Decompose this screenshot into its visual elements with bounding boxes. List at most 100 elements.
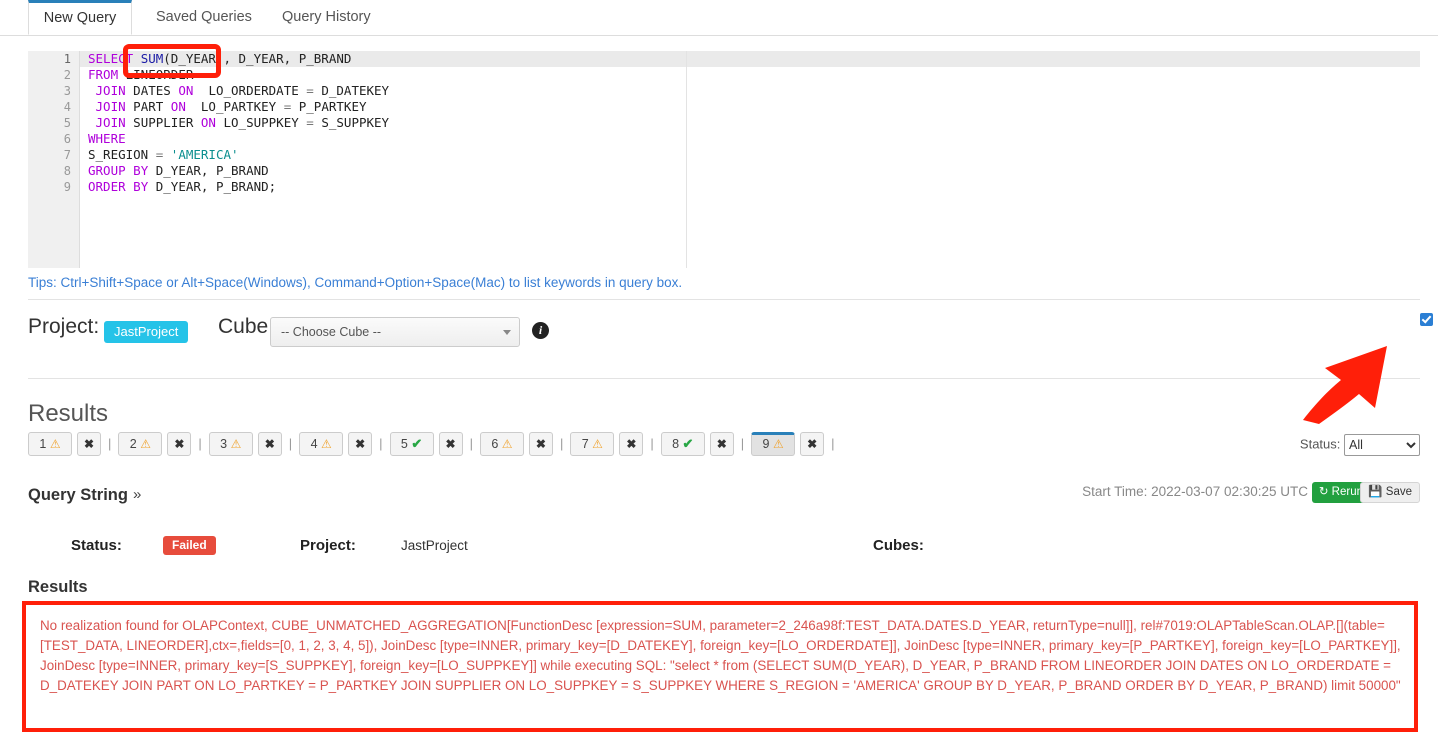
close-icon[interactable]: ✖ (257, 432, 282, 456)
project-label: Project: (28, 315, 100, 338)
code-token: BY (133, 163, 149, 178)
code-token: JOIN (95, 99, 126, 114)
code-line[interactable]: JOIN DATES ON LO_ORDERDATE = D_DATEKEY (80, 83, 1420, 99)
query-string-heading: Query String (28, 486, 128, 504)
code-token: D_YEAR, P_BRAND; (148, 179, 277, 194)
close-icon[interactable]: ✖ (800, 432, 825, 456)
tab-separator: | (740, 436, 745, 451)
editor-tips-text: Tips: Ctrl+Shift+Space or Alt+Space(Wind… (28, 275, 683, 290)
code-line[interactable]: FROM LINEORDER (80, 67, 1420, 83)
line-number: 4 (63, 100, 71, 114)
warning-triangle-icon: ⚠ (592, 437, 603, 451)
close-icon[interactable]: ✖ (167, 432, 192, 456)
top-tabbar: New Query Saved Queries Query History (0, 0, 1438, 36)
code-token: GROUP (88, 163, 126, 178)
line-number: 8 (63, 164, 71, 178)
close-icon[interactable]: ✖ (619, 432, 644, 456)
result-tab-3[interactable]: 3 ⚠ (208, 432, 253, 456)
result-tab-1[interactable]: 1 ⚠ (28, 432, 72, 456)
result-tab-5[interactable]: 5 ✔ (389, 432, 434, 456)
save-button[interactable]: 💾 Save (1360, 482, 1420, 503)
result-tab-6[interactable]: 6 ⚠ (479, 432, 524, 456)
results-subheading: Results (28, 578, 88, 596)
code-token: JOIN (95, 115, 126, 130)
result-tab-9[interactable]: 9 ⚠ (751, 432, 796, 456)
result-tab: 8 ✔ ✖ (660, 432, 734, 456)
warning-triangle-icon: ⚠ (772, 437, 784, 451)
code-token: PART (125, 99, 171, 114)
code-line[interactable]: S_REGION = 'AMERICA' (80, 147, 1420, 163)
tab-new-query[interactable]: New Query (28, 0, 132, 35)
limit-checkbox[interactable] (1420, 313, 1433, 326)
sql-editor[interactable]: 1 2 3 4 5 6 7 8 9 SELECT SUM(D_YEAR), D_YEAR, P_… (28, 51, 1420, 268)
query-info-row: Status: Failed Project: JastProject Cube… (28, 534, 1420, 560)
annotation-arrow-icon (1303, 346, 1387, 424)
code-line[interactable]: JOIN SUPPLIER ON LO_SUPPKEY = S_SUPPKEY (80, 115, 1420, 131)
result-tab-7[interactable]: 7 ⚠ (570, 432, 615, 456)
result-tab: 4 ⚠ ✖ (299, 432, 373, 456)
cube-select[interactable]: -- Choose Cube -- (270, 317, 520, 347)
status-filter: Status: All (1300, 434, 1420, 456)
rerun-label: Rerun (1331, 486, 1363, 498)
code-token: WHERE (88, 131, 126, 146)
code-token: BY (133, 179, 149, 194)
result-tab: 3 ⚠ ✖ (208, 432, 282, 456)
code-token: D_YEAR, P_BRAND (148, 163, 269, 178)
result-tab-2[interactable]: 2 ⚠ (118, 432, 163, 456)
tab-query-history[interactable]: Query History (268, 0, 385, 35)
chevron-down-icon (503, 330, 511, 335)
tab-saved-queries[interactable]: Saved Queries (142, 0, 266, 35)
close-icon[interactable]: ✖ (438, 432, 463, 456)
info-project-value: JastProject (401, 538, 468, 553)
code-token: 'AMERICA' (170, 147, 239, 162)
code-line[interactable]: ORDER BY D_YEAR, P_BRAND; (80, 179, 1420, 195)
code-line[interactable]: GROUP BY D_YEAR, P_BRAND (80, 163, 1420, 179)
warning-triangle-icon: ⚠ (230, 437, 242, 451)
check-icon: ✔ (682, 436, 694, 451)
line-number: 3 (63, 84, 71, 98)
code-token: D_DATEKEY (313, 83, 390, 98)
code-line[interactable]: JOIN PART ON LO_PARTKEY = P_PARTKEY (80, 99, 1420, 115)
status-filter-label: Status: (1299, 436, 1341, 452)
result-tab-8[interactable]: 8 ✔ (660, 432, 705, 456)
status-filter-select[interactable]: All (1344, 434, 1420, 456)
code-token: SUM (140, 51, 164, 66)
line-number: 2 (63, 68, 71, 82)
info-project-label: Project: (300, 537, 356, 554)
tab-separator: | (831, 436, 835, 451)
editor-code-area[interactable]: SELECT SUM(D_YEAR), D_YEAR, P_BRAND FROM … (80, 51, 1420, 268)
result-tab: 6 ⚠ ✖ (479, 432, 553, 456)
code-token: JOIN (95, 83, 126, 98)
status-badge: Failed (163, 536, 216, 555)
close-icon[interactable]: ✖ (528, 432, 553, 456)
code-token: FROM (88, 67, 119, 82)
info-icon[interactable]: i (532, 322, 549, 339)
code-token: S_REGION (88, 147, 156, 162)
code-line[interactable]: SELECT SUM(D_YEAR), D_YEAR, P_BRAND (80, 51, 1420, 67)
line-number: 7 (63, 148, 71, 162)
chevron-double-down-icon[interactable]: » (133, 486, 141, 503)
tab-separator: | (198, 436, 202, 451)
line-number: 9 (63, 180, 71, 194)
close-icon[interactable]: ✖ (77, 432, 101, 456)
result-tab-4[interactable]: 4 ⚠ (299, 432, 344, 456)
tab-separator: | (650, 436, 654, 451)
result-tab: 1 ⚠ ✖ (28, 432, 101, 456)
close-icon[interactable]: ✖ (348, 432, 373, 456)
close-icon[interactable]: ✖ (709, 432, 734, 456)
tab-separator: | (288, 436, 293, 451)
tab-separator: | (559, 436, 564, 451)
project-badge[interactable]: JastProject (104, 321, 189, 343)
code-token: (D_YEAR), D_YEAR, P_BRAND (163, 51, 352, 66)
code-token: P_PARTKEY (291, 99, 367, 114)
editor-line-number-gutter: 1 2 3 4 5 6 7 8 9 (28, 51, 80, 268)
code-line[interactable]: WHERE (80, 131, 1420, 147)
divider-bottom (28, 378, 1420, 379)
code-token: ON (200, 115, 216, 130)
code-token: ON (170, 99, 186, 114)
query-controls-row: Project: JastProject Cube: -- Choose Cub… (28, 305, 1420, 351)
status-label: Status: (71, 537, 122, 554)
check-icon: ✔ (411, 436, 423, 451)
